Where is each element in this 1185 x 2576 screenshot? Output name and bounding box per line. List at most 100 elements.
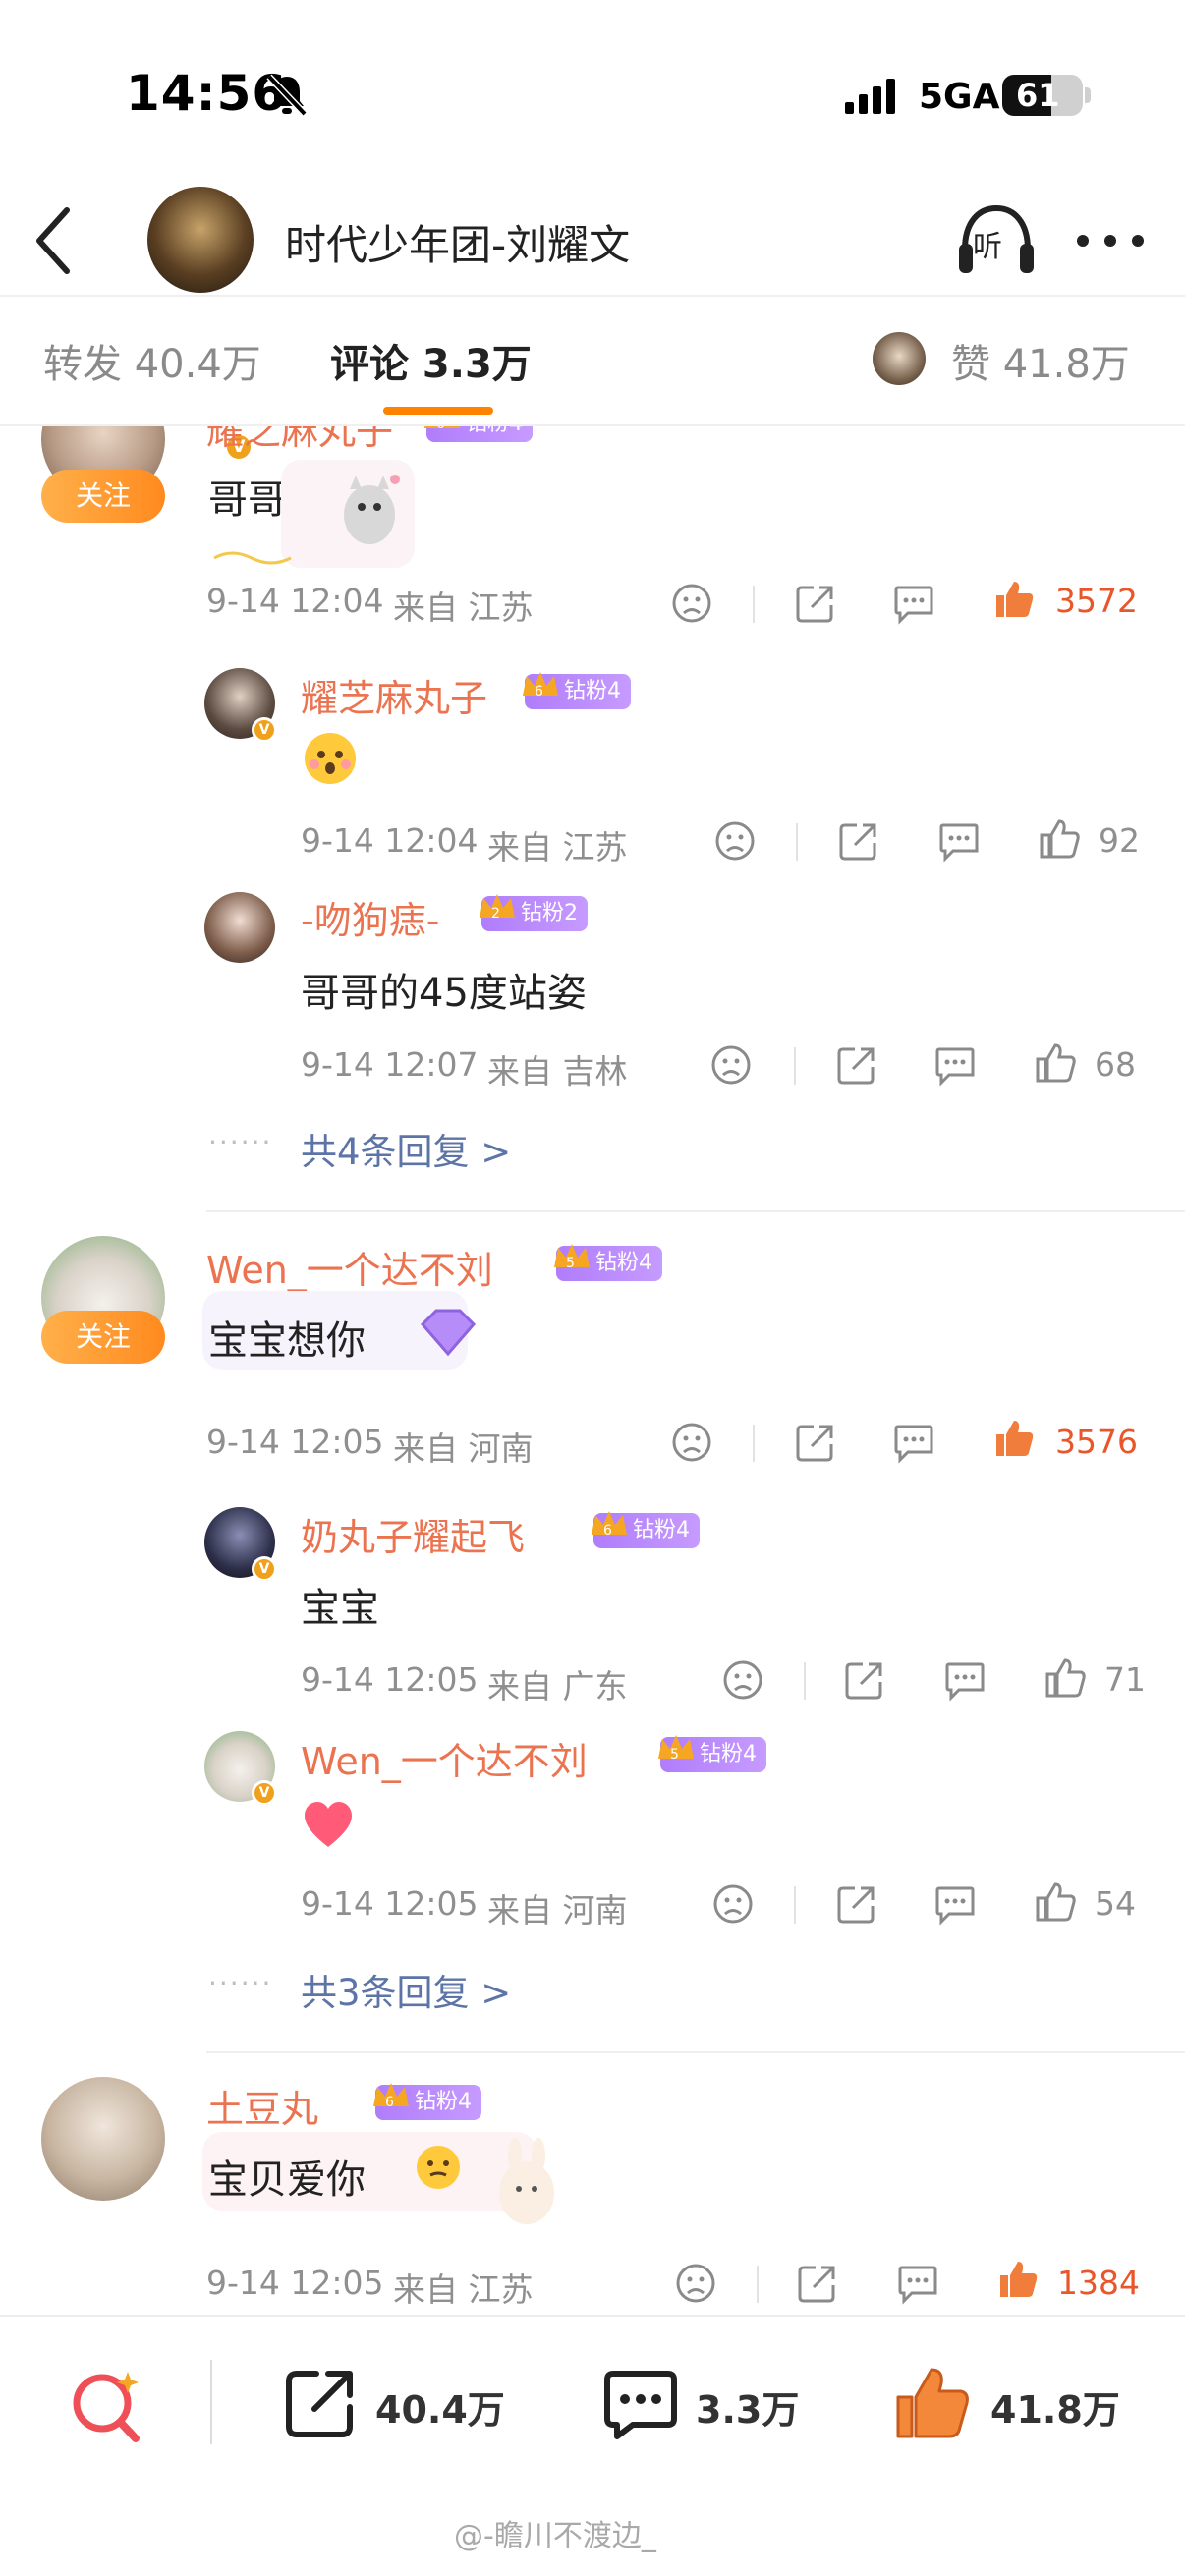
nav-bar: V 时代少年团-刘耀文 听 [0, 187, 1185, 462]
svg-text:5: 5 [566, 1256, 575, 1271]
comment-button[interactable]: 3.3万 [601, 2364, 818, 2442]
crown-icon: 6 [523, 672, 558, 700]
search-icon[interactable] [67, 2366, 147, 2446]
comment-username[interactable]: 耀之麻丸子 [206, 426, 393, 455]
crown-icon: 5 [658, 1735, 694, 1763]
fan-badge: 6 钻粉4 [592, 1511, 700, 1548]
reply-time: 9-14 12:05 [301, 1884, 479, 1923]
reply-username[interactable]: Wen_一个达不刘 [301, 1731, 588, 1785]
share-icon[interactable] [794, 582, 837, 625]
reply-time: 9-14 12:04 [301, 821, 479, 860]
comment-time: 9-14 12:05 [206, 2264, 384, 2302]
sad-face-icon[interactable] [713, 819, 757, 863]
more-replies-link[interactable]: 共3条回复 > [301, 1963, 511, 2016]
svg-text:6: 6 [385, 2095, 394, 2110]
author-avatar[interactable] [147, 187, 254, 293]
fan-badge: 2 钻粉2 [480, 894, 588, 931]
comment-icon [604, 2371, 677, 2439]
reply-location: 来自 河南 [487, 1891, 628, 1930]
thumbs-up-icon[interactable] [1038, 817, 1081, 861]
thumbs-up-icon [896, 2368, 969, 2438]
comment-text: 宝宝想你 [208, 1318, 366, 1364]
reply-username[interactable]: -吻狗痣- [301, 890, 439, 944]
sad-face-icon[interactable] [670, 1421, 713, 1464]
sad-face-icon[interactable] [709, 1043, 753, 1087]
fan-badge: 6 钻粉4 [523, 672, 631, 709]
svg-text:6: 6 [436, 426, 445, 432]
heart-icon [305, 1802, 352, 1847]
reply-location: 来自 吉林 [487, 1052, 628, 1091]
sad-face-icon[interactable] [721, 1658, 764, 1702]
sad-face-icon[interactable] [711, 1882, 755, 1926]
repost-button[interactable]: 40.4万 [281, 2364, 517, 2442]
crown-icon: 6 [424, 426, 460, 432]
like-count-total: 41.8万 [990, 2388, 1120, 2432]
comment-location: 来自 江苏 [393, 2270, 534, 2309]
share-icon[interactable] [796, 2262, 839, 2305]
svg-text:6: 6 [603, 1523, 612, 1539]
comment-icon[interactable] [933, 1043, 977, 1087]
avatar[interactable] [41, 2077, 165, 2201]
comment-time: 9-14 12:05 [206, 1423, 384, 1461]
headphones-icon[interactable]: 听 [955, 200, 1038, 279]
listen-label: 听 [973, 230, 1002, 264]
svg-text:2: 2 [491, 906, 500, 922]
more-replies-link[interactable]: 共4条回复 > [301, 1122, 511, 1175]
avatar[interactable] [204, 892, 275, 963]
watermark: @-瞻川不渡边_ [454, 2519, 656, 2553]
comment-icon[interactable] [892, 582, 935, 625]
sad-face-icon[interactable] [674, 2262, 717, 2305]
comment-icon[interactable] [892, 1421, 935, 1464]
fan-badge: 6 钻粉4 [373, 2083, 481, 2120]
battery-level: 61 [1016, 77, 1060, 114]
thumbs-up-icon[interactable] [992, 1417, 1036, 1460]
like-button[interactable]: 41.8万 [892, 2364, 1148, 2442]
share-icon[interactable] [835, 1043, 878, 1087]
thumbs-up-icon[interactable] [992, 578, 1036, 621]
battery-icon: 61 [1002, 75, 1083, 116]
follow-button[interactable]: 关注 [41, 1311, 165, 1364]
share-icon[interactable] [837, 819, 880, 863]
status-time: 14:56 [126, 65, 288, 122]
like-count: 1384 [1057, 2264, 1140, 2302]
comment-username[interactable]: Wen_一个达不刘 [206, 1240, 493, 1294]
thumbs-up-icon[interactable] [1034, 1880, 1077, 1924]
comment-location: 来自 河南 [393, 1429, 534, 1468]
comment-icon[interactable] [943, 1658, 987, 1702]
sad-face-icon[interactable] [670, 582, 713, 625]
like-count: 68 [1095, 1045, 1136, 1084]
share-icon[interactable] [843, 1658, 886, 1702]
reply-location: 来自 江苏 [487, 828, 628, 867]
follow-button[interactable]: 关注 [41, 470, 165, 523]
thumbs-up-icon[interactable] [1034, 1041, 1077, 1085]
reply-time: 9-14 12:07 [301, 1045, 479, 1084]
back-icon[interactable] [29, 204, 79, 277]
share-icon[interactable] [794, 1421, 837, 1464]
tab-repost[interactable]: 转发 40.4万 [43, 332, 261, 389]
thumbs-up-icon[interactable] [1044, 1656, 1087, 1700]
comment-icon[interactable] [896, 2262, 939, 2305]
author-name[interactable]: 时代少年团-刘耀文 [285, 212, 630, 272]
reply-username[interactable]: 耀芝麻丸子 [301, 668, 487, 722]
comment-icon[interactable] [937, 819, 981, 863]
active-tab-indicator [383, 407, 493, 415]
repost-count: 40.4万 [375, 2388, 505, 2432]
tab-likes[interactable]: 赞 41.8万 [951, 332, 1130, 389]
comment-icon[interactable] [933, 1882, 977, 1926]
crown-icon: 5 [554, 1244, 590, 1271]
verified-badge-icon: V [252, 1780, 277, 1806]
share-icon[interactable] [835, 1882, 878, 1926]
like-count: 71 [1104, 1660, 1146, 1699]
reply-username[interactable]: 奶丸子耀起飞 [301, 1507, 525, 1561]
more-icon[interactable] [1071, 226, 1150, 255]
comment-location: 来自 江苏 [393, 588, 534, 627]
fan-badge: 5 钻粉4 [554, 1244, 662, 1281]
comment-username[interactable]: 土豆丸 [206, 2079, 318, 2133]
comment-text: 宝贝爱你 [208, 2157, 366, 2203]
fan-badge: 6 钻粉4 [424, 426, 533, 442]
tab-comments[interactable]: 评论 3.3万 [330, 332, 532, 389]
thumbs-up-icon[interactable] [996, 2258, 1040, 2301]
fan-badge: 5 钻粉4 [658, 1735, 766, 1772]
network-label: 5GA [919, 77, 1000, 117]
crown-icon: 6 [373, 2083, 409, 2110]
